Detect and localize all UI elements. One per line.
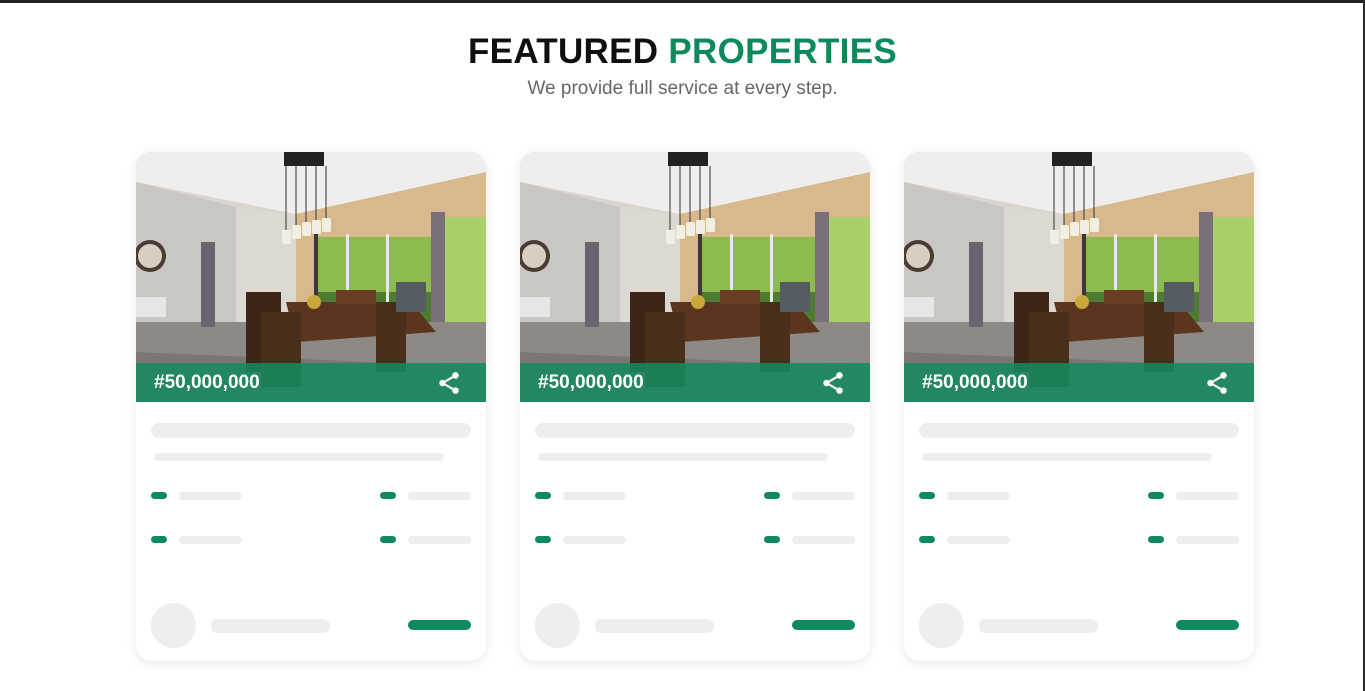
feature-placeholder	[563, 536, 626, 544]
section-title: FEATURED PROPERTIES	[0, 32, 1365, 72]
section-subtitle: We provide full service at every step.	[527, 78, 838, 99]
feature-dot	[764, 536, 780, 543]
property-photo[interactable]: #50,000,000	[520, 152, 870, 402]
property-photo[interactable]: #50,000,000	[904, 152, 1254, 402]
agent-avatar	[151, 603, 196, 648]
agent-name-placeholder	[595, 619, 714, 633]
title-placeholder	[919, 423, 1239, 438]
action-bar[interactable]	[1176, 620, 1239, 630]
subtitle-placeholder	[154, 453, 444, 461]
feature-placeholder	[408, 492, 471, 500]
action-bar[interactable]	[408, 620, 471, 630]
feature-placeholder	[563, 492, 626, 500]
agent-avatar	[535, 603, 580, 648]
action-bar[interactable]	[792, 620, 855, 630]
agent-name-placeholder	[979, 619, 1098, 633]
price-label: #50,000,000	[538, 371, 644, 393]
share-icon[interactable]	[436, 370, 462, 396]
agent-avatar	[919, 603, 964, 648]
feature-placeholder	[792, 536, 855, 544]
feature-placeholder	[792, 492, 855, 500]
feature-dot	[151, 536, 167, 543]
price-bar: #50,000,000	[136, 363, 486, 402]
feature-dot	[535, 536, 551, 543]
property-card[interactable]: #50,000,000	[904, 152, 1254, 661]
subtitle-placeholder	[922, 453, 1212, 461]
property-photo[interactable]: #50,000,000	[136, 152, 486, 402]
feature-placeholder	[179, 492, 242, 500]
share-icon[interactable]	[820, 370, 846, 396]
title-placeholder	[535, 423, 855, 438]
feature-placeholder	[947, 492, 1010, 500]
title-properties: PROPERTIES	[668, 32, 897, 71]
property-card[interactable]: #50,000,000	[520, 152, 870, 661]
title-placeholder	[151, 423, 471, 438]
feature-dot	[380, 536, 396, 543]
feature-placeholder	[1176, 536, 1239, 544]
top-border	[0, 0, 1365, 3]
feature-placeholder	[179, 536, 242, 544]
price-bar: #50,000,000	[904, 363, 1254, 402]
feature-dot	[919, 536, 935, 543]
feature-dot	[1148, 492, 1164, 499]
feature-dot	[380, 492, 396, 499]
property-cards: #50,000,000 #50,000,000 #50,000,000	[136, 152, 1254, 661]
feature-placeholder	[947, 536, 1010, 544]
feature-placeholder	[408, 536, 471, 544]
price-bar: #50,000,000	[520, 363, 870, 402]
feature-dot	[151, 492, 167, 499]
title-featured: FEATURED	[468, 32, 659, 71]
agent-name-placeholder	[211, 619, 330, 633]
section-header: FEATURED PROPERTIES We provide full serv…	[0, 32, 1365, 101]
feature-placeholder	[1176, 492, 1239, 500]
feature-dot	[1148, 536, 1164, 543]
property-card[interactable]: #50,000,000	[136, 152, 486, 661]
feature-dot	[764, 492, 780, 499]
feature-dot	[535, 492, 551, 499]
price-label: #50,000,000	[154, 371, 260, 393]
price-label: #50,000,000	[922, 371, 1028, 393]
feature-dot	[919, 492, 935, 499]
share-icon[interactable]	[1204, 370, 1230, 396]
subtitle-placeholder	[538, 453, 828, 461]
